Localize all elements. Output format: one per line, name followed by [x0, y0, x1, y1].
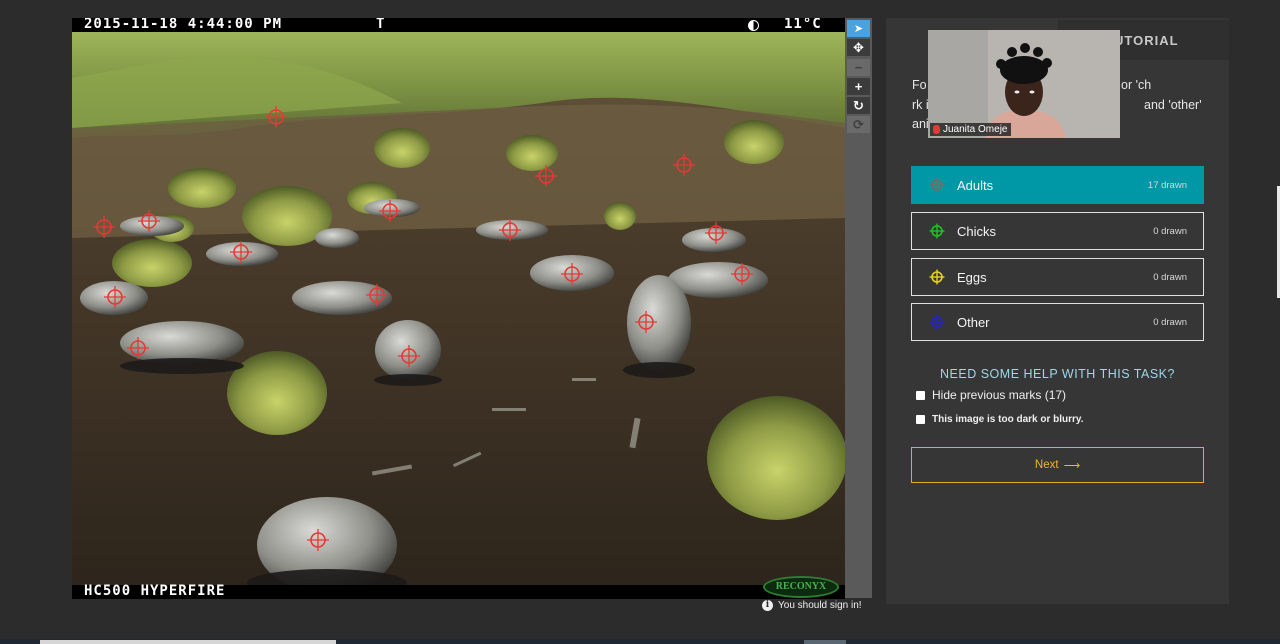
too-dark-checkbox[interactable]: This image is too dark or blurry.: [916, 414, 1084, 425]
participant-video: [928, 30, 1120, 138]
drawing-tool-count: 0 drawn: [1153, 316, 1187, 328]
moon-phase-icon: [748, 20, 759, 31]
crosshair-icon: [929, 177, 945, 193]
adult-mark[interactable]: [705, 222, 727, 244]
zoom-out-button[interactable]: −: [847, 59, 870, 76]
drawing-tool-adults[interactable]: Adults 17 drawn: [911, 166, 1204, 204]
drawing-tool-other[interactable]: Other 0 drawn: [911, 303, 1204, 341]
rotate-icon: ↻: [853, 97, 864, 113]
pointer-tool-button[interactable]: ➤: [847, 20, 870, 37]
adult-mark[interactable]: [138, 210, 160, 232]
sign-in-notice[interactable]: i You should sign in!: [762, 600, 862, 611]
camera-info-bar-top: 2015-11-18 4:44:00 PM T 11°C: [72, 18, 845, 32]
hide-previous-marks-label: Hide previous marks (17): [932, 388, 1067, 402]
crosshair-icon: [929, 269, 945, 285]
pan-tool-button[interactable]: ✥: [847, 39, 870, 56]
penguin-colony-photo[interactable]: [72, 18, 845, 599]
adult-mark[interactable]: [307, 529, 329, 551]
adult-mark[interactable]: [673, 154, 695, 176]
adult-mark[interactable]: [265, 106, 287, 128]
next-button[interactable]: Next ⟶: [911, 447, 1204, 483]
adult-mark[interactable]: [230, 241, 252, 263]
adult-mark[interactable]: [104, 286, 126, 308]
participant-name: Juanita Omeje: [943, 124, 1008, 135]
app-root: 2015-11-18 4:44:00 PM T 11°C HC500 HYPER…: [0, 0, 1280, 644]
move-icon: ✥: [853, 39, 864, 55]
checkbox-box[interactable]: [916, 390, 925, 400]
drawing-tool-count: 0 drawn: [1153, 225, 1187, 237]
minus-icon: −: [854, 60, 863, 75]
microphone-muted-icon: [933, 125, 940, 134]
camera-info-bar-bottom: HC500 HYPERFIRE: [72, 583, 845, 599]
drawing-tool-label: Other: [957, 314, 990, 330]
sign-in-notice-text: You should sign in!: [778, 600, 862, 611]
crosshair-icon: [929, 223, 945, 239]
rotate-button[interactable]: ↻: [847, 97, 870, 114]
drawing-tool-label: Adults: [957, 177, 994, 193]
adult-mark[interactable]: [127, 337, 149, 359]
checkbox-box[interactable]: [916, 415, 925, 424]
zoom-in-button[interactable]: +: [847, 78, 870, 95]
camera-mode: T: [376, 18, 385, 32]
reset-icon: ⟳: [853, 116, 864, 132]
arrow-right-icon: ⟶: [1063, 460, 1081, 472]
crosshair-icon: [929, 314, 945, 330]
drawing-tool-label: Eggs: [957, 269, 987, 285]
camera-datetime: 2015-11-18 4:44:00 PM: [84, 18, 283, 32]
pointer-icon: ➤: [853, 23, 864, 35]
drawing-tool-chicks[interactable]: Chicks 0 drawn: [911, 212, 1204, 250]
adult-mark[interactable]: [398, 345, 420, 367]
adult-mark[interactable]: [93, 216, 115, 238]
next-button-label: Next: [1034, 459, 1059, 471]
reset-view-button[interactable]: ⟳: [847, 116, 870, 133]
camera-model: HC500 HYPERFIRE: [84, 583, 226, 599]
taskbar-tab: [40, 640, 336, 644]
image-toolbar: ➤ ✥ − + ↻ ⟳: [845, 18, 872, 598]
info-icon: i: [762, 600, 773, 611]
adult-mark[interactable]: [731, 263, 753, 285]
adult-mark[interactable]: [561, 263, 583, 285]
drawing-tool-count: 17 drawn: [1147, 179, 1187, 191]
adult-mark[interactable]: [535, 165, 557, 187]
subject-image-viewer[interactable]: 2015-11-18 4:44:00 PM T 11°C HC500 HYPER…: [72, 18, 845, 599]
hide-previous-marks-checkbox[interactable]: Hide previous marks (17): [916, 388, 1066, 402]
adult-mark[interactable]: [379, 200, 401, 222]
task-help-link[interactable]: NEED SOME HELP WITH THIS TASK?: [886, 367, 1229, 381]
adult-mark[interactable]: [499, 219, 521, 241]
drawing-tool-count: 0 drawn: [1153, 271, 1187, 283]
too-dark-label: This image is too dark or blurry.: [932, 414, 1084, 425]
video-call-tile[interactable]: Juanita Omeje: [928, 30, 1120, 138]
camera-temperature: 11°C: [784, 18, 822, 32]
participant-name-tag: Juanita Omeje: [930, 123, 1012, 136]
adult-mark[interactable]: [635, 311, 657, 333]
adult-mark[interactable]: [366, 284, 388, 306]
reconyx-logo: RECONYX: [763, 576, 839, 598]
drawing-tool-label: Chicks: [957, 223, 997, 239]
drawing-tool-eggs[interactable]: Eggs 0 drawn: [911, 258, 1204, 296]
taskbar-tab-secondary: [804, 640, 846, 644]
plus-icon: +: [854, 79, 863, 94]
